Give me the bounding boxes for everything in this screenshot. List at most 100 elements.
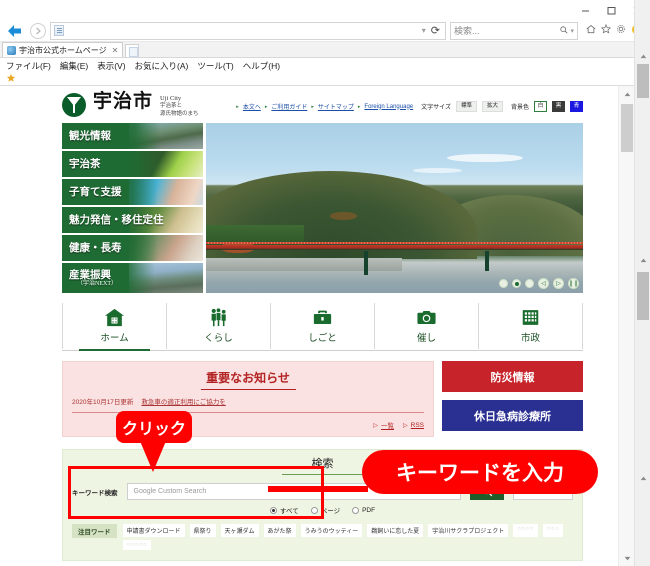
minimize-button[interactable] xyxy=(572,1,598,19)
chevron-down-icon[interactable]: ▾ xyxy=(570,27,574,35)
keyword-tag[interactable]: あがた祭 xyxy=(264,524,296,537)
keyword-tag[interactable]: 宇治川サクラプロジェクト xyxy=(428,524,508,537)
header-link-skip-to-content[interactable]: 本文へ xyxy=(243,102,261,111)
keyword-tag[interactable]: 天ヶ瀬ダム xyxy=(221,524,259,537)
keyword-tag[interactable]: 申請書ダウンロード xyxy=(123,524,185,537)
menu-item-edit[interactable]: 編集(E) xyxy=(60,60,88,72)
page-scroll-up-arrow[interactable] xyxy=(635,48,650,64)
keyword-tag[interactable]: うみうのウッティー xyxy=(301,524,363,537)
inner-scroll-down-arrow[interactable] xyxy=(619,550,635,566)
global-navigation: ホーム くらし xyxy=(62,303,583,351)
inner-scrollbar[interactable] xyxy=(618,86,634,566)
shortcut-buttons: 防災情報 休日急病診療所 xyxy=(442,361,583,437)
menu-item-file[interactable]: ファイル(F) xyxy=(6,60,51,72)
family-icon xyxy=(208,307,230,327)
site-logo-text[interactable]: 宇治市 xyxy=(93,92,153,112)
banner-uji-tea[interactable]: 宇治茶 xyxy=(62,151,203,177)
browser-window: ▾ ⟳ 検索... ▾ 宇治 xyxy=(0,0,650,566)
search-icon xyxy=(560,26,568,36)
notice-rss-link[interactable]: RSS xyxy=(411,422,424,429)
nav-item-events[interactable]: 催し xyxy=(374,303,478,349)
menu-item-view[interactable]: 表示(V) xyxy=(97,60,125,72)
browser-tab[interactable]: 宇治市公式ホームページ ✕ xyxy=(2,42,123,57)
page-scroll-thumb-top[interactable] xyxy=(637,64,649,98)
font-size-label: 文字サイズ xyxy=(421,102,451,111)
carousel-next-button[interactable]: ▷ xyxy=(553,278,564,289)
carousel-dot-1[interactable] xyxy=(499,279,508,288)
banner-tourism[interactable]: 観光情報 xyxy=(62,123,203,149)
background-blue-button[interactable]: 青 xyxy=(570,101,583,112)
header-link-foreign-language[interactable]: Foreign Language xyxy=(364,104,413,110)
new-tab-button[interactable] xyxy=(125,44,139,57)
banner-industry[interactable]: 産業振興 （宇治NEXT） xyxy=(62,263,203,293)
radio-indicator[interactable] xyxy=(352,507,359,514)
home-icon[interactable] xyxy=(586,24,596,37)
favorites-star-icon[interactable] xyxy=(601,24,611,37)
radio-pdf[interactable]: PDF xyxy=(352,507,375,514)
forward-button[interactable] xyxy=(30,23,46,39)
banner-childcare[interactable]: 子育て支援 xyxy=(62,179,203,205)
bookmark-star-icon[interactable] xyxy=(6,73,16,86)
hero-carousel-image[interactable]: ◁ ▷ ❙❙ xyxy=(206,123,583,293)
page-scroll-down-arrow[interactable] xyxy=(635,470,650,486)
font-size-large-button[interactable]: 拡大 xyxy=(482,101,503,112)
page-scroll-thumb-main[interactable] xyxy=(637,272,649,320)
bullet-icon: ▸ xyxy=(265,104,268,110)
browser-search-input[interactable]: 検索... xyxy=(454,24,560,37)
carousel-pause-button[interactable]: ❙❙ xyxy=(568,278,579,289)
popular-keywords-label: 注目ワード xyxy=(72,524,117,538)
keyword-tag[interactable]: ○○○○ xyxy=(513,524,538,537)
menu-item-help[interactable]: ヘルプ(H) xyxy=(243,60,280,72)
notice-list-link[interactable]: 一覧 xyxy=(381,420,394,430)
holiday-clinic-button[interactable]: 休日急病診療所 xyxy=(442,400,583,431)
carousel-dot-2[interactable] xyxy=(512,279,521,288)
nav-label: ホーム xyxy=(100,330,128,344)
tab-close-icon[interactable]: ✕ xyxy=(112,46,119,55)
keyword-tag[interactable]: ○○○ xyxy=(543,524,563,537)
banner-migration[interactable]: 魅力発信・移住定住 xyxy=(62,207,203,233)
maximize-button[interactable] xyxy=(598,1,624,19)
disaster-info-button[interactable]: 防災情報 xyxy=(442,361,583,392)
background-black-button[interactable]: 黒 xyxy=(552,101,565,112)
notice-list-link-group[interactable]: ▷ 一覧 xyxy=(373,420,394,430)
keyword-tag[interactable]: ○○○○○ xyxy=(123,540,152,550)
inner-scroll-up-arrow[interactable] xyxy=(619,86,635,102)
menu-item-favorites[interactable]: お気に入り(A) xyxy=(135,60,189,72)
header-link-list: ▸ 本文へ ▸ ご利用ガイド ▸ サイトマップ ▸ Foreign Langua… xyxy=(236,102,413,111)
popular-keywords: 注目ワード 申請書ダウンロード 県祭り 天ヶ瀬ダム あがた祭 うみうのウッティー… xyxy=(72,524,573,550)
address-bar[interactable]: ▾ ⟳ xyxy=(50,22,446,40)
carousel-prev-button[interactable]: ◁ xyxy=(538,278,549,289)
page-scroll-mid-arrow[interactable] xyxy=(635,252,650,268)
address-dropdown-icon[interactable]: ▾ xyxy=(422,26,426,35)
site-tagline: Uji City 宇治茶と 源氏物語のまち xyxy=(160,92,199,119)
nav-item-city-government[interactable]: 市政 xyxy=(478,303,583,349)
banner-label: 健康・長寿 xyxy=(62,243,122,254)
tools-gear-icon[interactable] xyxy=(616,24,626,37)
keyword-tag[interactable]: 鵜飼いに恋した夏 xyxy=(367,524,423,537)
font-size-standard-button[interactable]: 標準 xyxy=(456,101,477,112)
header-link-usage-guide[interactable]: ご利用ガイド xyxy=(271,102,307,111)
refresh-icon[interactable]: ⟳ xyxy=(429,24,442,37)
notice-link[interactable]: 救急車の適正利用にご協力を xyxy=(141,396,225,406)
nav-item-work[interactable]: しごと xyxy=(270,303,374,349)
keyword-tag-list: 申請書ダウンロード 県祭り 天ヶ瀬ダム あがた祭 うみうのウッティー 鵜飼いに恋… xyxy=(123,524,574,550)
inner-scroll-thumb[interactable] xyxy=(621,104,633,152)
banner-list: 観光情報 宇治茶 子育て支援 xyxy=(62,123,203,293)
page-favicon-icon xyxy=(54,25,64,36)
nav-item-home[interactable]: ホーム xyxy=(62,303,166,349)
page-scrollbar[interactable] xyxy=(634,0,650,566)
radio-label: PDF xyxy=(362,507,375,514)
banner-label: 産業振興 （宇治NEXT） xyxy=(62,270,117,287)
keyword-tag[interactable]: 県祭り xyxy=(190,524,216,537)
uji-city-logo-icon[interactable] xyxy=(62,93,86,117)
browser-search-box[interactable]: 検索... ▾ xyxy=(450,22,578,40)
nav-item-living[interactable]: くらし xyxy=(166,303,270,349)
banner-health[interactable]: 健康・長寿 xyxy=(62,235,203,261)
carousel-dot-3[interactable] xyxy=(525,279,534,288)
menu-item-tools[interactable]: ツール(T) xyxy=(197,60,233,72)
notice-rss-link-group[interactable]: ▷ RSS xyxy=(403,420,424,430)
annotation-keyword-pointer xyxy=(268,486,368,492)
header-link-sitemap[interactable]: サイトマップ xyxy=(318,102,354,111)
background-white-button[interactable]: 白 xyxy=(534,101,547,112)
back-button[interactable] xyxy=(4,21,26,41)
